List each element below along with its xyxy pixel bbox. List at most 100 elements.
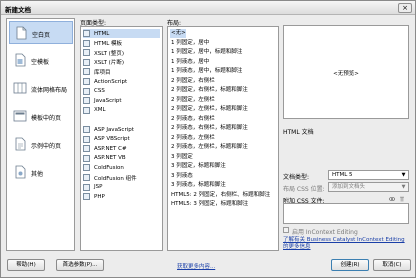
layout-item[interactable]: 1 列液态，居中，标题和脚注 (170, 67, 276, 76)
layout-item[interactable]: 3 列固定，标题和脚注 (170, 162, 276, 171)
page-type-icon (83, 183, 90, 191)
layout-css-label: 布局 CSS 位置: (283, 186, 325, 193)
page-type-item[interactable]: ColdFusion 组件 (83, 173, 160, 182)
category-blank-page[interactable]: 空白页 (9, 21, 73, 44)
category-template-page[interactable]: 模板中的页 (9, 105, 73, 128)
page-type-label: XSLT (片断) (94, 60, 124, 67)
link-icon[interactable] (389, 196, 395, 202)
page-type-label: XML (94, 107, 106, 114)
page-type-item[interactable]: HTML (83, 29, 160, 38)
page-type-label: ASP.NET VB (94, 155, 126, 162)
preferences-button[interactable]: 首选参数(P)... (56, 259, 104, 271)
attached-css-list[interactable] (283, 203, 409, 224)
title-bar: 新建文档 × (1, 1, 415, 15)
chevron-down-icon: ▼ (401, 172, 406, 178)
category-other[interactable]: 其他 (9, 161, 73, 184)
other-icon (15, 165, 26, 179)
incontext-label: 启用 InContext Editing (292, 229, 358, 236)
more-content-link[interactable]: 获取更多内容... (177, 262, 215, 270)
new-document-dialog: 新建文档 × 空白页 空模板 流体网格布局 模板中的页 示例中的页 其他 页面类… (0, 0, 416, 278)
doctype-value: HTML 5 (332, 172, 353, 178)
page-type-label: ASP VBScript (94, 136, 130, 143)
page-type-item[interactable]: CSS (83, 87, 160, 96)
page-type-icon (83, 154, 90, 162)
page-type-label: ColdFusion 组件 (94, 175, 137, 182)
layout-item[interactable]: 3 列固定 (170, 153, 276, 162)
layout-item[interactable]: 1 列固定，居中 (170, 39, 276, 48)
create-button[interactable]: 创建(R) (331, 259, 369, 271)
layout-item[interactable]: 1 列固定，居中，标题和脚注 (170, 48, 276, 57)
page-type-item[interactable]: ASP.NET VB (83, 154, 160, 163)
layout-item[interactable]: <无> (170, 29, 186, 38)
page-type-icon (83, 39, 90, 47)
doctype-select[interactable]: HTML 5 ▼ (328, 170, 409, 180)
layout-item[interactable]: 1 列液态，居中 (170, 58, 276, 67)
page-type-label: ActionScript (94, 78, 128, 85)
page-type-icon (83, 58, 90, 66)
blank-page-icon (16, 26, 27, 40)
page-type-label: 库项目 (94, 69, 111, 76)
layout-item[interactable]: HTML5: 3 列固定，标题和脚注 (170, 200, 276, 209)
trash-icon[interactable] (399, 196, 405, 202)
window-title: 新建文档 (5, 6, 31, 14)
layout-item[interactable]: 2 列固定，左侧栏，标题和脚注 (170, 105, 276, 114)
category-blank-template[interactable]: 空模板 (9, 49, 73, 72)
layout-item[interactable]: 2 列液态，左侧栏，标题和脚注 (170, 143, 276, 152)
page-type-item[interactable]: XML (83, 106, 160, 115)
layout-item[interactable]: 2 列液态，右侧栏 (170, 115, 276, 124)
close-button[interactable]: × (398, 3, 412, 13)
layout-css-select[interactable]: 添加到文档头 ▼ (328, 182, 409, 192)
page-type-label: ASP JavaScript (94, 126, 134, 133)
page-type-item[interactable]: ASP JavaScript (83, 125, 160, 134)
layout-css-value: 添加到文档头 (332, 184, 366, 190)
layout-item[interactable]: 3 列液态 (170, 172, 276, 181)
template-page-icon (13, 110, 27, 122)
page-type-item[interactable]: JavaScript (83, 96, 160, 105)
help-button[interactable]: 帮助(H) (7, 259, 45, 271)
page-type-item[interactable]: ColdFusion (83, 163, 160, 172)
page-type-icon (83, 126, 90, 133)
page-type-item[interactable]: ActionScript (83, 77, 160, 86)
page-type-label: JSP (94, 184, 103, 191)
page-type-icon (83, 78, 90, 85)
preview-area: <无预览> (283, 25, 409, 119)
fluid-grid-icon (13, 82, 27, 94)
learn-more-link[interactable]: 了解有关 Business Catalyst InContext Editing… (283, 237, 409, 251)
page-type-item[interactable]: ASP.NET C# (83, 144, 160, 153)
layout-item[interactable]: 3 列液态，标题和脚注 (170, 181, 276, 190)
doctype-label: 文档类型: (283, 174, 310, 181)
page-type-label: XSLT (整页) (94, 50, 124, 57)
page-type-item[interactable]: ASP VBScript (83, 135, 160, 144)
page-type-label: HTML 模板 (94, 41, 123, 48)
preview-caption: HTML 文档 (283, 129, 314, 136)
preview-placeholder: <无预览> (333, 71, 359, 77)
page-type-icon (83, 49, 90, 57)
page-type-icon (83, 97, 90, 105)
layout-list: <无> 1 列固定，居中 1 列固定，居中，标题和脚注 1 列液态，居中 1 列液态，居… (167, 26, 279, 251)
page-type-label: HTML (94, 30, 110, 37)
layout-item[interactable]: 2 列液态，右侧栏，标题和脚注 (170, 124, 276, 133)
page-type-label: ColdFusion (94, 164, 124, 171)
category-sample-page[interactable]: 示例中的页 (9, 133, 73, 156)
page-type-label: JavaScript (94, 97, 122, 104)
page-type-item[interactable]: HTML 模板 (83, 39, 160, 48)
page-type-item[interactable]: XSLT (片断) (83, 58, 160, 67)
page-type-icon (83, 68, 90, 76)
layout-item[interactable]: HTML5: 2 列固定，右侧栏、标题和脚注 (170, 191, 276, 200)
page-type-icon (83, 106, 90, 114)
page-type-label: CSS (94, 88, 105, 95)
cancel-button[interactable]: 取消(C) (373, 259, 411, 271)
page-type-item[interactable]: PHP (83, 192, 160, 201)
page-type-item[interactable]: 库项目 (83, 67, 160, 76)
page-type-item[interactable]: JSP (83, 183, 160, 192)
page-type-icon (83, 145, 90, 153)
layout-item[interactable]: 2 列固定，左侧栏 (170, 96, 276, 105)
layout-item[interactable]: 2 列固定，右侧栏 (170, 77, 276, 86)
category-fluid-grid[interactable]: 流体网格布局 (9, 77, 73, 100)
layout-item[interactable]: 2 列固定，右侧栏，标题和脚注 (170, 86, 276, 95)
page-type-icon (83, 164, 90, 172)
page-type-icon (83, 193, 90, 201)
page-type-item[interactable]: XSLT (整页) (83, 48, 160, 57)
incontext-checkbox[interactable] (283, 227, 289, 233)
layout-item[interactable]: 2 列液态，左侧栏 (170, 134, 276, 143)
